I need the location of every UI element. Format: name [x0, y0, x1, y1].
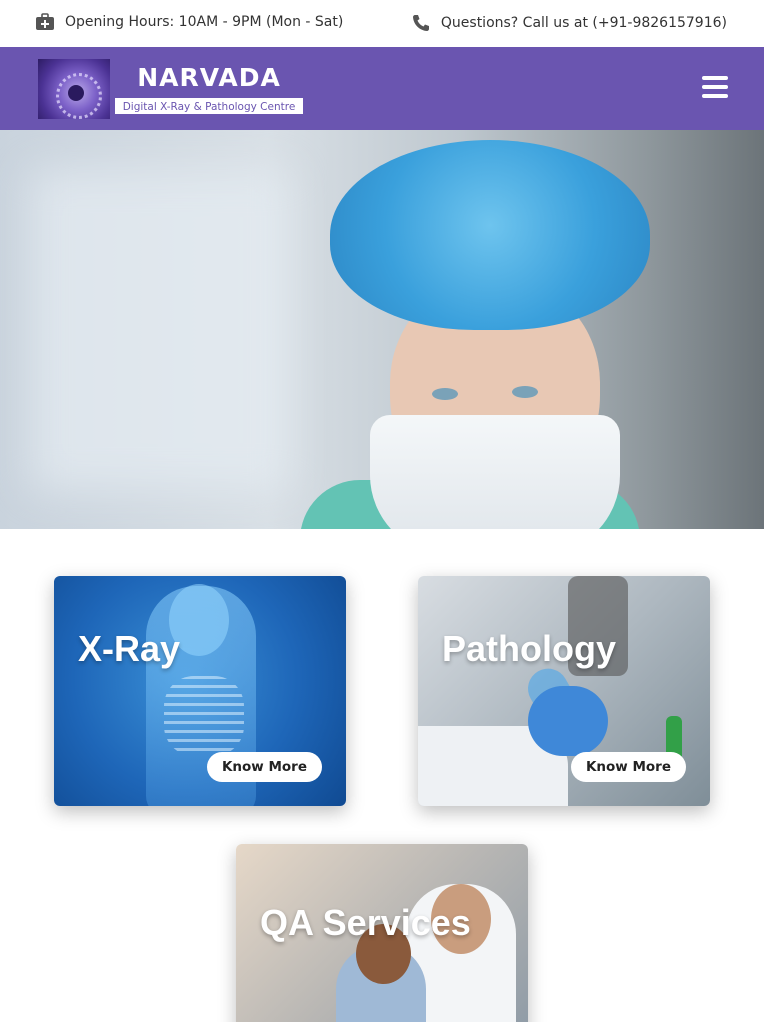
phone-text[interactable]: Questions? Call us at (+91-9826157916): [441, 15, 727, 31]
know-more-button[interactable]: Know More: [206, 752, 322, 782]
hero-eye: [512, 386, 538, 398]
site-header: NARVADA Digital X-Ray & Pathology Centre: [0, 47, 764, 130]
menu-bar: [702, 76, 728, 80]
menu-bar: [702, 94, 728, 98]
service-card-xray[interactable]: X-Ray Know More: [54, 576, 346, 806]
hero-background: [30, 170, 290, 490]
medical-kit-icon: [36, 13, 54, 30]
logo-brand: NARVADA Digital X-Ray & Pathology Centre: [110, 59, 306, 119]
xray-ribs-image: [164, 676, 244, 756]
top-info-bar: Opening Hours: 10AM - 9PM (Mon - Sat) Qu…: [0, 0, 764, 47]
phone-icon: [412, 15, 429, 31]
logo-subtitle: Digital X-Ray & Pathology Centre: [114, 97, 304, 115]
logo-flower-icon: [38, 59, 110, 119]
service-title: X-Ray: [78, 628, 181, 669]
hamburger-menu-icon[interactable]: [702, 76, 728, 100]
logo-name: NARVADA: [137, 63, 281, 92]
hero-surgical-cap: [330, 140, 650, 330]
glove-image: [528, 686, 608, 756]
service-title: QA Services: [260, 902, 471, 943]
service-title: Pathology: [442, 628, 617, 669]
service-card-qa[interactable]: QA Services: [236, 844, 528, 1022]
opening-hours: Opening Hours: 10AM - 9PM (Mon - Sat): [35, 13, 343, 31]
menu-bar: [702, 85, 728, 89]
opening-hours-text: Opening Hours: 10AM - 9PM (Mon - Sat): [65, 14, 344, 30]
know-more-button[interactable]: Know More: [570, 752, 686, 782]
site-logo[interactable]: NARVADA Digital X-Ray & Pathology Centre: [38, 59, 306, 119]
contact-phone[interactable]: Questions? Call us at (+91-9826157916): [411, 13, 727, 33]
service-card-pathology[interactable]: Pathology Know More: [418, 576, 710, 806]
hero-banner-image: [0, 130, 764, 529]
hero-face-mask: [370, 415, 620, 529]
hero-eye: [432, 388, 458, 400]
